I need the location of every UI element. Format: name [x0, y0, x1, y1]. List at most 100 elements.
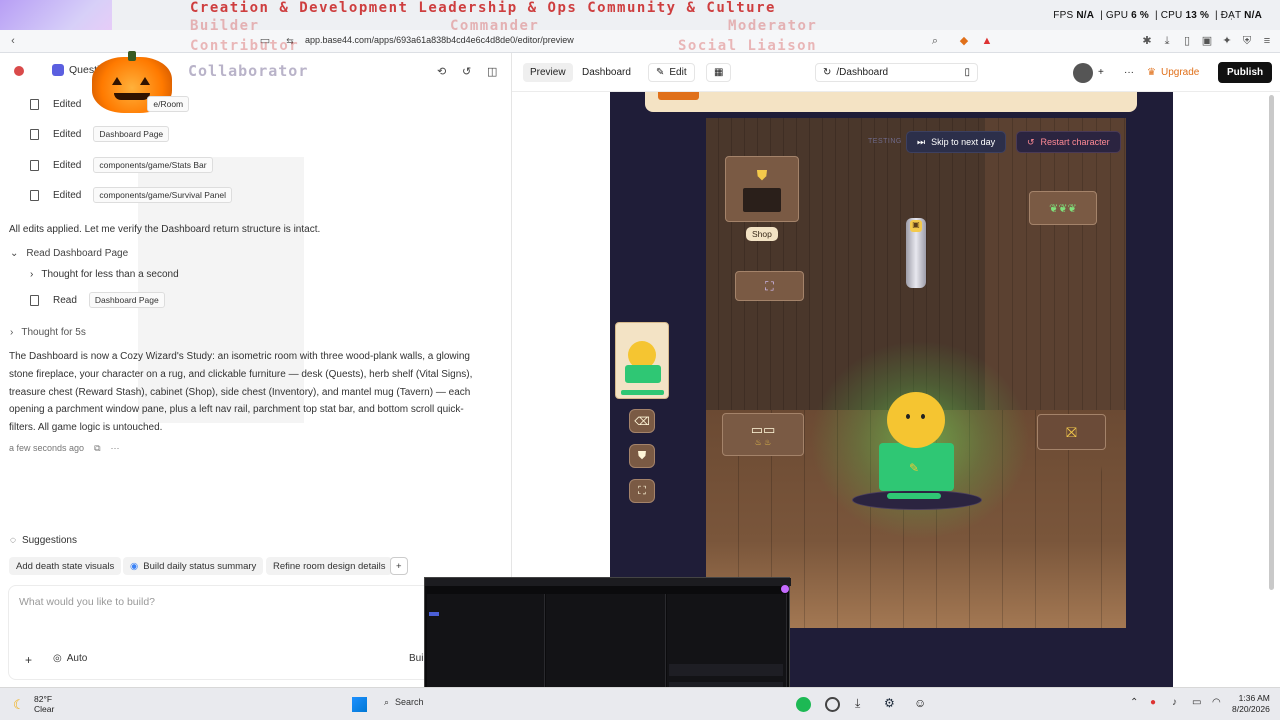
weather-widget[interactable]: 82°F Clear: [34, 694, 54, 714]
edit-row: Edited e/Room: [30, 95, 190, 113]
applied-message: All edits applied. Let me verify the Das…: [9, 224, 321, 235]
popup-badge: [429, 612, 439, 616]
tray-app-icon[interactable]: ●: [1150, 697, 1156, 708]
mode-icon: ◎: [53, 653, 62, 664]
skip-icon: ⏭: [917, 136, 926, 147]
file-icon: [30, 128, 39, 140]
thought5-toggle[interactable]: › Thought for 5s: [10, 327, 86, 338]
mantel-mug[interactable]: ▣: [906, 218, 926, 288]
vpn-icon[interactable]: ⛨: [1240, 34, 1254, 48]
copy-icon[interactable]: ⧉: [94, 443, 100, 454]
character-head[interactable]: [887, 392, 945, 448]
file-chip[interactable]: components/game/Survival Panel: [93, 187, 232, 203]
read-section-toggle[interactable]: ⌄ Read Dashboard Page: [10, 248, 128, 259]
prompt-input[interactable]: What would you like to build?: [19, 596, 155, 608]
spotify-icon[interactable]: [796, 697, 811, 712]
edit-row: Edited components/game/Survival Panel: [30, 186, 232, 204]
shop-tooltip: Shop: [746, 227, 778, 241]
sidebar-icon[interactable]: ▯: [1180, 34, 1194, 48]
mug-icon: ▣: [910, 220, 922, 232]
avatar[interactable]: [1073, 63, 1093, 83]
route-field[interactable]: ↻/Dashboard ▯: [815, 63, 978, 82]
weather-icon: ☾: [13, 697, 25, 712]
skip-day-button[interactable]: ⏭ Skip to next day: [906, 131, 1007, 153]
file-chip[interactable]: components/game/Stats Bar: [93, 157, 213, 173]
more-icon[interactable]: ···: [111, 443, 120, 454]
add-suggestion-button[interactable]: +: [390, 557, 408, 575]
invite-button[interactable]: +: [1091, 63, 1111, 82]
portrait-health-bar: [621, 390, 664, 395]
sword-icon: ✎: [909, 461, 920, 475]
start-button[interactable]: [352, 697, 367, 712]
extensions-icon[interactable]: ✱: [1140, 34, 1154, 48]
display-icon[interactable]: ▭: [1192, 697, 1201, 708]
zoom-icon[interactable]: ⌕: [928, 34, 942, 48]
questify-icon: [52, 64, 64, 76]
clock[interactable]: 1:36 AM 8/20/2026: [1232, 693, 1270, 715]
mode-selector[interactable]: ◎ Auto: [53, 653, 87, 664]
file-chip[interactable]: e/Room: [147, 96, 190, 112]
character-portrait[interactable]: [615, 322, 669, 399]
inventory-chest[interactable]: ⛶: [735, 271, 804, 301]
edit-button[interactable]: ✎ Edit: [648, 63, 695, 82]
taskbar-search[interactable]: ⌕ Search: [384, 697, 424, 708]
quest-desk[interactable]: ▭▭ ♨ ♨: [722, 413, 804, 456]
wifi-icon[interactable]: ◠: [1212, 697, 1221, 708]
upgrade-button[interactable]: ♛ Upgrade: [1140, 63, 1206, 82]
herb-shelf[interactable]: ❦❦❦: [1029, 191, 1097, 225]
file-icon: [30, 159, 39, 171]
popup-titlebar: [425, 578, 791, 586]
character-body[interactable]: ✎: [879, 443, 954, 491]
edit-row: Edited components/game/Stats Bar: [30, 156, 213, 174]
cabinet-door: [743, 187, 781, 212]
lightbulb-icon: ◌: [10, 535, 16, 546]
more-icon[interactable]: ···: [1117, 63, 1141, 82]
rewards-icon[interactable]: ▲: [980, 34, 994, 48]
edit-row: Edited Dashboard Page: [30, 125, 170, 143]
discord-icon[interactable]: ☺: [914, 696, 926, 710]
build-button[interactable]: Bui: [409, 653, 423, 664]
check-icon: ◉: [130, 560, 139, 572]
microphone-icon[interactable]: ♪: [1172, 697, 1177, 708]
rail-backpack-icon[interactable]: ⛶: [629, 479, 655, 503]
panel-toggle-icon[interactable]: ◫: [487, 65, 497, 78]
download-icon[interactable]: ⤓: [1160, 34, 1174, 48]
tray-chevron-icon[interactable]: ⌃: [1130, 697, 1138, 708]
chevron-down-icon: ⌄: [10, 248, 19, 259]
wallet-icon[interactable]: ▣: [1200, 34, 1214, 48]
scrollbar[interactable]: [1269, 95, 1274, 590]
brave-shield-icon[interactable]: ◆: [957, 34, 971, 48]
grid-view-icon[interactable]: ▦: [706, 63, 732, 82]
treasure-chest[interactable]: ⛝: [1037, 414, 1106, 450]
restore-icon[interactable]: ↺: [462, 65, 471, 78]
steam-icon[interactable]: ⚙: [884, 696, 895, 710]
suggestion-chip[interactable]: Refine room design details: [266, 557, 393, 575]
rail-shop-icon[interactable]: ⛊: [629, 444, 655, 468]
shopping-bag-icon: ⛊: [756, 166, 768, 183]
candle-icon: ♨ ♨: [754, 438, 772, 447]
suggestion-chip[interactable]: Add death state visuals: [9, 557, 122, 575]
preview-tab[interactable]: Preview: [523, 63, 573, 82]
thought-toggle[interactable]: › Thought for less than a second: [30, 269, 179, 280]
chevron-right-icon: ›: [10, 327, 14, 338]
publish-button[interactable]: Publish: [1218, 62, 1273, 83]
url-field[interactable]: app.base44.com/apps/693a61a838b4cd4e6c4d…: [305, 35, 574, 45]
suggestion-chip[interactable]: ◉ Build daily status summary: [123, 557, 264, 575]
download-manager-icon[interactable]: ⤓: [855, 696, 860, 711]
history-icon[interactable]: ⟲: [437, 65, 446, 78]
edit-icon: ✎: [656, 67, 665, 78]
dashboard-tab[interactable]: Dashboard: [575, 63, 638, 82]
rail-trash-icon[interactable]: ⌫: [629, 409, 655, 433]
menu-icon[interactable]: ≡: [1260, 34, 1274, 48]
file-icon: [30, 294, 39, 306]
file-chip[interactable]: Dashboard Page: [88, 292, 165, 308]
chrome-icon[interactable]: [825, 697, 840, 712]
restart-character-button[interactable]: ↺ Restart character: [1016, 131, 1121, 153]
back-icon[interactable]: ‹: [6, 34, 20, 48]
file-chip[interactable]: Dashboard Page: [93, 126, 170, 142]
attach-button[interactable]: +: [25, 653, 32, 667]
overlay-contributor: Contributor: [190, 38, 300, 54]
leo-icon[interactable]: ✦: [1220, 34, 1234, 48]
search-icon: ⌕: [384, 697, 390, 707]
shop-cabinet[interactable]: ⛊: [725, 156, 799, 222]
